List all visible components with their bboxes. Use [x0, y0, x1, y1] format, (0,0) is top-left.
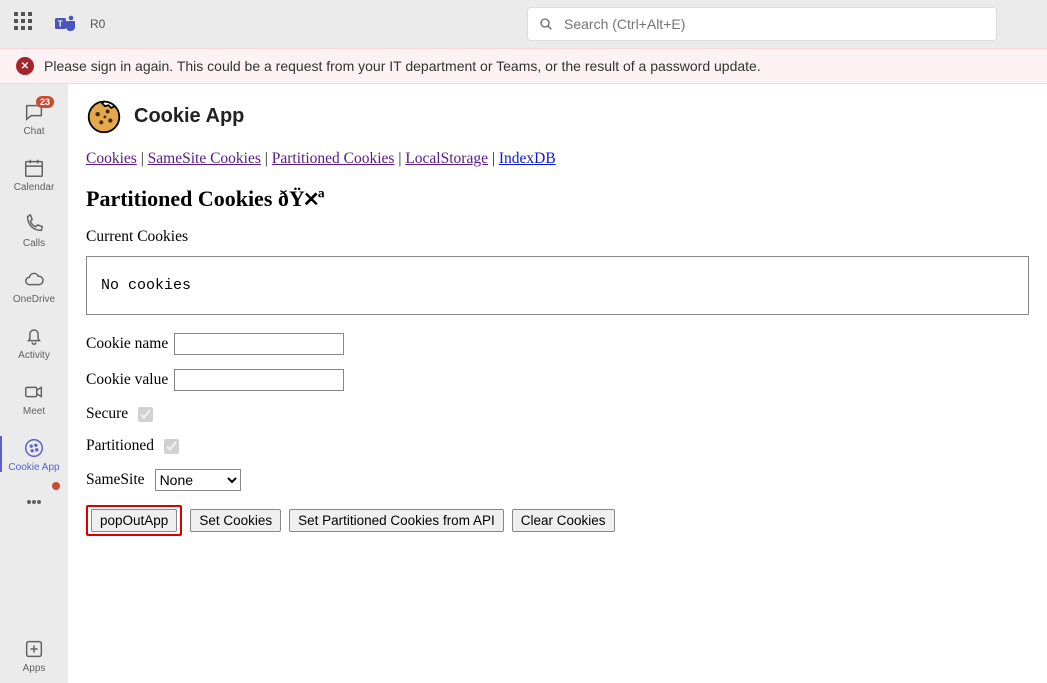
set-cookies-button[interactable]: Set Cookies: [190, 509, 281, 532]
cookie-name-label: Cookie name: [86, 335, 168, 353]
main-content: Cookie App Cookies | SameSite Cookies | …: [68, 84, 1047, 683]
sidebar-item-calendar[interactable]: Calendar: [0, 146, 68, 202]
sidebar-label: Cookie App: [8, 462, 59, 473]
link-localstorage[interactable]: LocalStorage: [405, 150, 488, 167]
search-box[interactable]: [527, 7, 997, 41]
sidebar-label: Meet: [23, 406, 45, 417]
partitioned-field: Partitioned: [86, 437, 1029, 455]
current-cookies-label: Current Cookies: [86, 228, 1029, 246]
secure-field: Secure: [86, 405, 1029, 423]
app-header: Cookie App: [68, 84, 1047, 140]
set-partitioned-api-button[interactable]: Set Partitioned Cookies from API: [289, 509, 504, 532]
sidebar-item-more[interactable]: [0, 482, 68, 522]
clear-cookies-button[interactable]: Clear Cookies: [512, 509, 615, 532]
search-input[interactable]: [564, 16, 986, 32]
search-icon: [538, 16, 554, 32]
link-samesite[interactable]: SameSite Cookies: [148, 150, 261, 167]
app-launcher-icon[interactable]: [14, 12, 38, 36]
cookies-display-box: No cookies: [86, 256, 1029, 315]
sidebar-label: Apps: [23, 663, 46, 674]
error-icon: [16, 57, 34, 75]
signin-banner: Please sign in again. This could be a re…: [0, 48, 1047, 84]
sidebar-label: OneDrive: [13, 294, 55, 305]
link-cookies[interactable]: Cookies: [86, 150, 137, 167]
link-partitioned[interactable]: Partitioned Cookies: [272, 150, 395, 167]
teams-logo-icon: T: [54, 12, 78, 36]
svg-text:T: T: [58, 20, 63, 29]
partitioned-checkbox[interactable]: [164, 439, 179, 454]
cookie-icon: [23, 437, 45, 459]
cookie-value-label: Cookie value: [86, 371, 168, 389]
sidebar-item-cookie-app[interactable]: Cookie App: [0, 426, 68, 482]
secure-checkbox[interactable]: [138, 407, 153, 422]
notification-dot: [52, 482, 60, 490]
samesite-field: SameSite None: [86, 469, 1029, 491]
cookie-value-input[interactable]: [174, 369, 344, 391]
top-bar: T R0: [0, 0, 1047, 48]
sidebar-item-calls[interactable]: Calls: [0, 202, 68, 258]
calendar-icon: [23, 157, 45, 179]
sidebar-item-apps[interactable]: Apps: [0, 627, 68, 683]
apps-icon: [23, 638, 45, 660]
button-row: popOutApp Set Cookies Set Partitioned Co…: [86, 505, 1029, 536]
sidebar-item-activity[interactable]: Activity: [0, 314, 68, 370]
banner-text: Please sign in again. This could be a re…: [44, 58, 761, 74]
cookie-value-field: Cookie value: [86, 369, 1029, 391]
cookie-app-logo-icon: [86, 98, 122, 134]
page-heading: Partitioned Cookies ðŸ🞪ª: [86, 186, 1029, 212]
nav-links: Cookies | SameSite Cookies | Partitioned…: [86, 150, 1029, 168]
samesite-label: SameSite: [86, 471, 145, 489]
sidebar-label: Activity: [18, 350, 50, 361]
video-icon: [23, 381, 45, 403]
bell-icon: [23, 325, 45, 347]
search-container: [527, 7, 997, 41]
sidebar-item-meet[interactable]: Meet: [0, 370, 68, 426]
cloud-icon: [23, 269, 45, 291]
highlight-annotation: popOutApp: [86, 505, 182, 536]
more-icon: [24, 492, 44, 512]
sidebar-label: Calendar: [14, 182, 55, 193]
link-indexdb[interactable]: IndexDB: [499, 150, 556, 167]
sidebar-item-onedrive[interactable]: OneDrive: [0, 258, 68, 314]
phone-icon: [23, 213, 45, 235]
cookie-name-input[interactable]: [174, 333, 344, 355]
chat-badge: 23: [36, 96, 54, 109]
org-label: R0: [90, 17, 105, 31]
popout-button[interactable]: popOutApp: [91, 509, 177, 532]
partitioned-label: Partitioned: [86, 437, 154, 455]
app-sidebar: 23 Chat Calendar Calls OneDrive Activity…: [0, 84, 68, 683]
secure-label: Secure: [86, 405, 128, 423]
sidebar-item-chat[interactable]: 23 Chat: [0, 90, 68, 146]
samesite-select[interactable]: None: [155, 469, 241, 491]
app-title: Cookie App: [134, 105, 244, 128]
sidebar-label: Calls: [23, 238, 45, 249]
cookie-name-field: Cookie name: [86, 333, 1029, 355]
sidebar-label: Chat: [23, 126, 44, 137]
